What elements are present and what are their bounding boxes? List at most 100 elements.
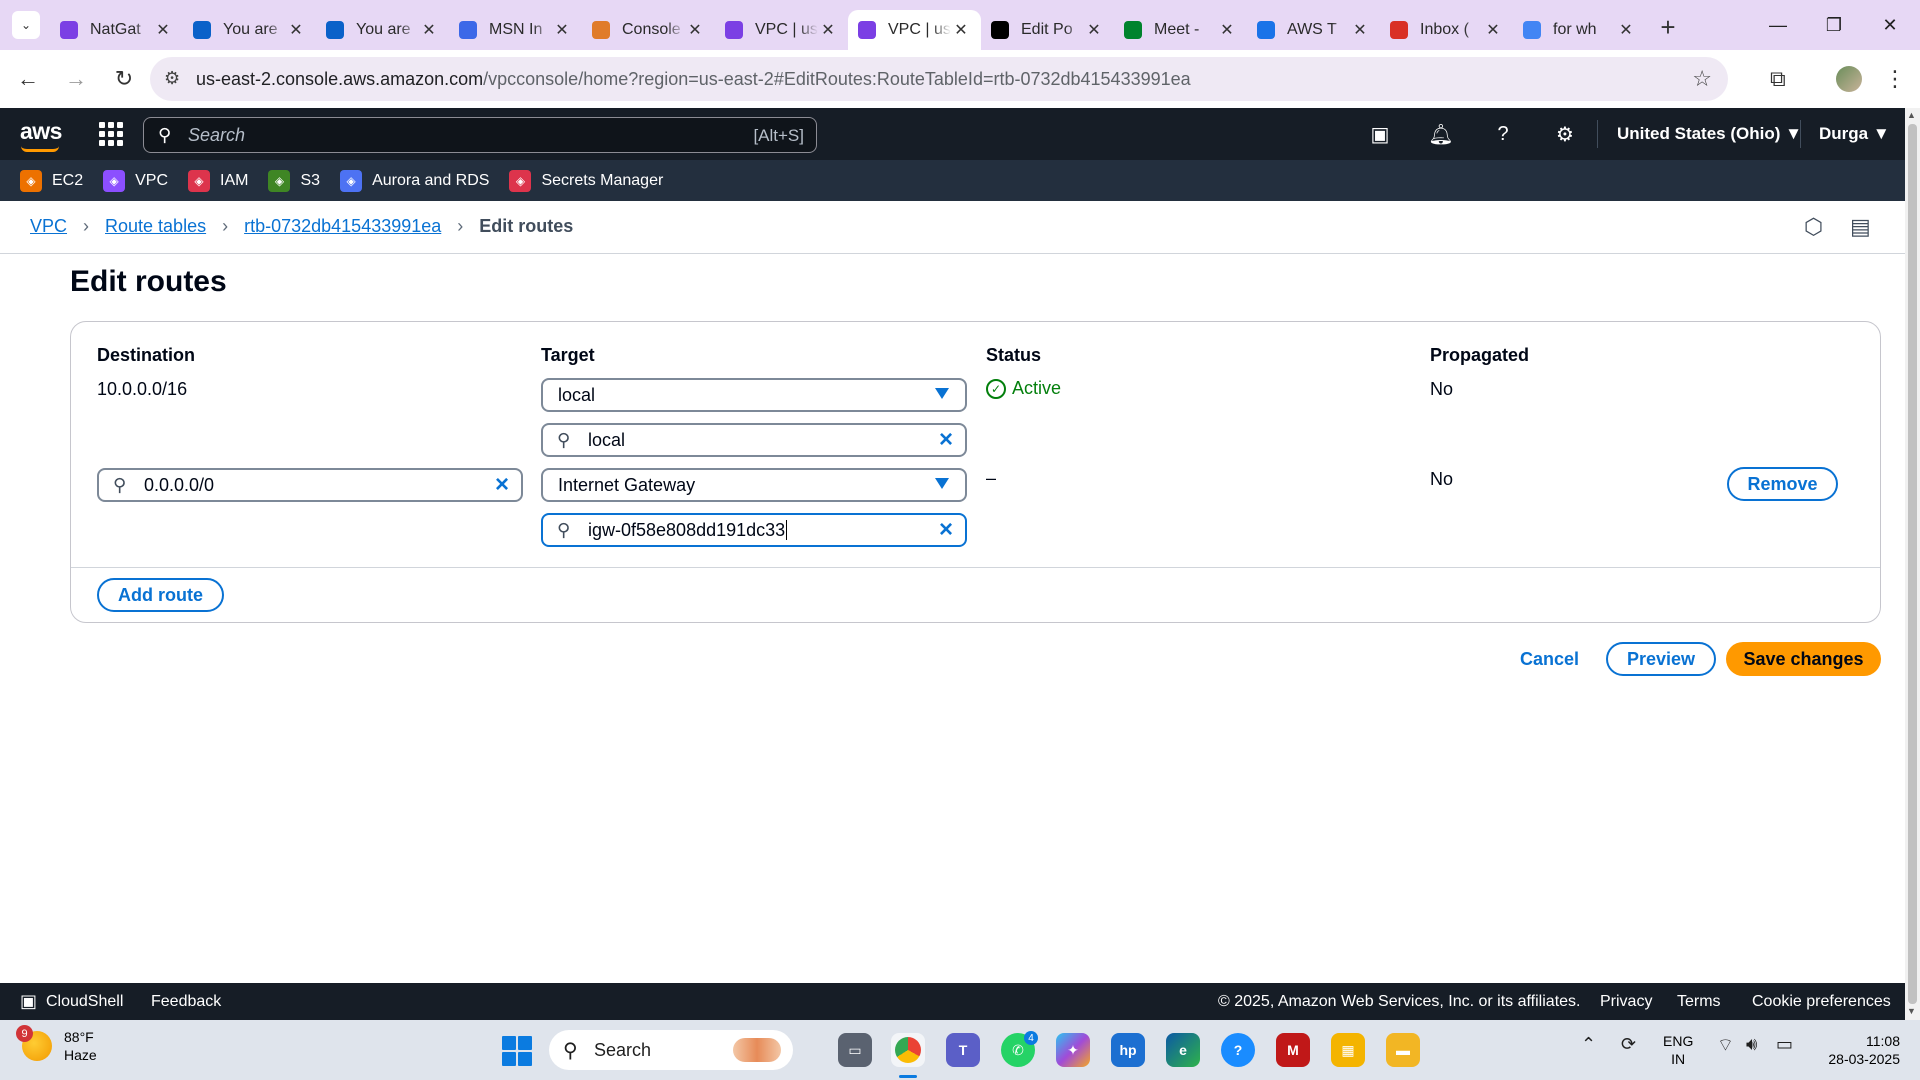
terms-link[interactable]: Terms bbox=[1677, 993, 1721, 1011]
site-info-icon[interactable]: ⚙ bbox=[164, 68, 180, 89]
browser-tab[interactable]: MSN In ✕ bbox=[449, 10, 582, 50]
close-tab-icon[interactable]: ✕ bbox=[1217, 20, 1237, 40]
tray-overflow-icon[interactable]: ⌃ bbox=[1581, 1034, 1596, 1055]
tutorial-panel-icon[interactable]: ▤ bbox=[1850, 214, 1871, 240]
user-menu[interactable]: Durga ▼ bbox=[1819, 124, 1890, 144]
preview-button[interactable]: Preview bbox=[1606, 642, 1716, 676]
bookmark-star-icon[interactable]: ☆ bbox=[1692, 66, 1712, 92]
close-tab-icon[interactable]: ✕ bbox=[1084, 20, 1104, 40]
browser-tab[interactable]: Edit Po ✕ bbox=[981, 10, 1114, 50]
route-1-target-type-select[interactable]: local bbox=[541, 378, 967, 412]
favorite-s3[interactable]: ◈ S3 bbox=[268, 169, 320, 192]
myhp-icon[interactable]: hp bbox=[1111, 1033, 1145, 1067]
save-changes-button[interactable]: Save changes bbox=[1726, 642, 1881, 676]
close-tab-icon[interactable]: ✕ bbox=[1483, 20, 1503, 40]
close-tab-icon[interactable]: ✕ bbox=[1616, 20, 1636, 40]
teams-icon[interactable]: T bbox=[946, 1033, 980, 1067]
close-tab-icon[interactable]: ✕ bbox=[419, 20, 439, 40]
cloudshell-link[interactable]: CloudShell bbox=[46, 993, 123, 1011]
scroll-up-icon[interactable]: ▲ bbox=[1907, 110, 1916, 120]
page-scrollbar[interactable]: ▲ ▼ bbox=[1905, 108, 1920, 1020]
browser-tab[interactable]: VPC | us ✕ bbox=[715, 10, 848, 50]
minimize-icon[interactable]: — bbox=[1750, 0, 1806, 50]
breadcrumb-vpc[interactable]: VPC bbox=[30, 216, 67, 237]
close-tab-icon[interactable]: ✕ bbox=[1350, 20, 1370, 40]
close-tab-icon[interactable]: ✕ bbox=[286, 20, 306, 40]
reload-icon[interactable]: ↻ bbox=[104, 59, 144, 99]
close-tab-icon[interactable]: ✕ bbox=[818, 20, 838, 40]
privacy-link[interactable]: Privacy bbox=[1600, 993, 1652, 1011]
favorite-ec2[interactable]: ◈ EC2 bbox=[20, 169, 83, 192]
clear-icon[interactable]: × bbox=[939, 516, 953, 544]
windows-start-icon[interactable] bbox=[502, 1036, 532, 1066]
tips-icon[interactable]: ? bbox=[1221, 1033, 1255, 1067]
browser-tab[interactable]: VPC | us ✕ bbox=[848, 10, 981, 50]
favorite-vpc[interactable]: ◈ VPC bbox=[103, 169, 168, 192]
info-panel-icon[interactable]: ⬡ bbox=[1804, 214, 1823, 240]
file-explorer-icon[interactable]: ▬ bbox=[1386, 1033, 1420, 1067]
favorite-rds[interactable]: ◈ Aurora and RDS bbox=[340, 169, 489, 192]
clear-icon[interactable]: × bbox=[939, 426, 953, 454]
weather-widget[interactable]: 9 88°F Haze bbox=[16, 1025, 97, 1064]
profile-avatar[interactable] bbox=[1836, 66, 1862, 92]
taskbar-search[interactable]: ⚲ Search bbox=[549, 1030, 793, 1070]
language-indicator[interactable]: ENG IN bbox=[1663, 1032, 1693, 1068]
tab-search-chevron-icon[interactable]: ⌄ bbox=[12, 11, 40, 39]
browser-menu-icon[interactable]: ⋮ bbox=[1884, 66, 1906, 92]
battery-icon[interactable]: ▭ bbox=[1776, 1034, 1793, 1055]
feedback-link[interactable]: Feedback bbox=[151, 993, 221, 1011]
region-selector[interactable]: United States (Ohio) ▼ bbox=[1617, 124, 1802, 144]
browser-tab[interactable]: Meet - ✕ bbox=[1114, 10, 1247, 50]
favorite-secrets-manager[interactable]: ◈ Secrets Manager bbox=[509, 169, 663, 192]
cancel-button[interactable]: Cancel bbox=[1520, 649, 1579, 670]
browser-tab[interactable]: for wh ✕ bbox=[1513, 10, 1646, 50]
browser-tab[interactable]: NatGat ✕ bbox=[50, 10, 183, 50]
mcafee-icon[interactable]: M bbox=[1276, 1033, 1310, 1067]
chrome-icon[interactable] bbox=[891, 1033, 925, 1067]
browser-tab[interactable]: You are ✕ bbox=[183, 10, 316, 50]
close-tab-icon[interactable]: ✕ bbox=[153, 20, 173, 40]
close-tab-icon[interactable]: ✕ bbox=[951, 20, 971, 40]
store-icon[interactable]: ▦ bbox=[1331, 1033, 1365, 1067]
sync-icon[interactable]: ⟳ bbox=[1621, 1034, 1636, 1055]
route-2-destination-input[interactable]: ⚲ 0.0.0.0/0 × bbox=[97, 468, 523, 502]
wifi-icon[interactable]: ⌔ bbox=[1717, 1034, 1734, 1057]
breadcrumb-route-table-id[interactable]: rtb-0732db415433991ea bbox=[244, 216, 441, 237]
breadcrumb-route-tables[interactable]: Route tables bbox=[105, 216, 206, 237]
browser-tab[interactable]: AWS T ✕ bbox=[1247, 10, 1380, 50]
browser-tab[interactable]: Inbox (✕ bbox=[1380, 10, 1513, 50]
back-icon[interactable]: ← bbox=[8, 59, 48, 99]
services-grid-icon[interactable] bbox=[99, 122, 123, 146]
cookie-preferences-link[interactable]: Cookie preferences bbox=[1752, 993, 1891, 1011]
cloudshell-terminal-icon[interactable]: ▣ bbox=[1366, 120, 1394, 148]
close-tab-icon[interactable]: ✕ bbox=[685, 20, 705, 40]
volume-icon[interactable]: 🔊︎ bbox=[1746, 1034, 1757, 1055]
clock[interactable]: 11:08 28-03-2025 bbox=[1816, 1032, 1900, 1068]
clear-icon[interactable]: × bbox=[495, 471, 509, 499]
task-view-icon[interactable]: ▭ bbox=[838, 1033, 872, 1067]
new-tab-button[interactable]: + bbox=[1650, 12, 1686, 43]
route-2-target-search-input[interactable]: ⚲ igw-0f58e808dd191dc33 × bbox=[541, 513, 967, 547]
add-route-button[interactable]: Add route bbox=[97, 578, 224, 612]
browser-tab[interactable]: You are ✕ bbox=[316, 10, 449, 50]
route-2-target-type-select[interactable]: Internet Gateway bbox=[541, 468, 967, 502]
extensions-puzzle-icon[interactable]: ⧉ bbox=[1770, 66, 1786, 92]
aws-search-input[interactable]: ⚲ Search [Alt+S] bbox=[143, 117, 817, 153]
copilot-icon[interactable]: ✦ bbox=[1056, 1033, 1090, 1067]
edge-icon[interactable]: e bbox=[1166, 1033, 1200, 1067]
browser-tab[interactable]: Console ✕ bbox=[582, 10, 715, 50]
favorite-iam[interactable]: ◈ IAM bbox=[188, 169, 248, 192]
close-window-icon[interactable]: ✕ bbox=[1862, 0, 1918, 50]
route-1-target-search-input[interactable]: ⚲ local × bbox=[541, 423, 967, 457]
cloudshell-icon[interactable]: ▣ bbox=[20, 991, 37, 1012]
close-tab-icon[interactable]: ✕ bbox=[552, 20, 572, 40]
restore-icon[interactable]: ❐ bbox=[1806, 0, 1862, 50]
scrollbar-thumb[interactable] bbox=[1908, 124, 1917, 1004]
remove-route-button[interactable]: Remove bbox=[1727, 467, 1838, 501]
gear-icon[interactable]: ⚙ bbox=[1551, 120, 1579, 148]
aws-logo[interactable]: aws bbox=[20, 118, 62, 145]
scroll-down-icon[interactable]: ▼ bbox=[1907, 1006, 1916, 1016]
forward-icon[interactable]: → bbox=[56, 59, 96, 99]
bell-icon[interactable]: 🔔︎ bbox=[1427, 120, 1455, 148]
url-input[interactable]: ⚙ us-east-2.console.aws.amazon.com/vpcco… bbox=[150, 57, 1728, 101]
